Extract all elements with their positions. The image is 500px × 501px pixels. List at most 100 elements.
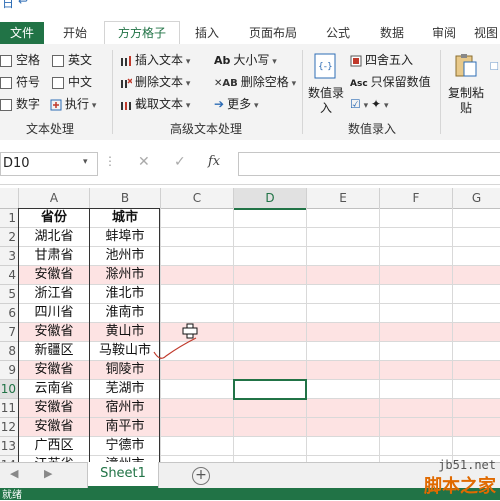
- delete-text-label: 删除文本: [135, 75, 184, 89]
- column-header-d[interactable]: D: [234, 188, 307, 210]
- column-header-a[interactable]: A: [19, 188, 90, 209]
- checkbox-box[interactable]: [0, 98, 12, 111]
- cancel-icon[interactable]: ✕: [138, 154, 150, 170]
- delete-space-button[interactable]: ✕AB 删除空格 ▾: [214, 72, 296, 92]
- checkbox-number[interactable]: 数字: [0, 94, 40, 114]
- annotation-stroke: [153, 337, 197, 359]
- edit-icon[interactable]: ☑: [350, 97, 361, 111]
- row-header[interactable]: 3: [0, 247, 19, 266]
- quick-access-toolbar: 日 ↩: [0, 0, 500, 22]
- row-header[interactable]: 10: [0, 380, 19, 399]
- copy-paste-button[interactable]: 复制粘贴: [446, 52, 486, 116]
- sheet-tab-sheet1[interactable]: Sheet1: [88, 462, 158, 488]
- checkbox-box[interactable]: [52, 76, 64, 89]
- checkbox-symbol[interactable]: 符号: [0, 72, 40, 92]
- row-header[interactable]: 1: [0, 209, 19, 228]
- checkbox-label: 英文: [68, 53, 93, 67]
- column-header-g[interactable]: G: [453, 188, 500, 209]
- column-header-c[interactable]: C: [161, 188, 234, 209]
- annotation-overlay: [153, 323, 198, 359]
- tab-review[interactable]: 审阅: [422, 22, 466, 44]
- name-box[interactable]: D10 ▾: [0, 152, 98, 176]
- name-box-value: D10: [3, 156, 30, 171]
- status-text: 就绪: [2, 490, 22, 501]
- svg-text:{-}: {-}: [318, 62, 333, 72]
- row-header[interactable]: 6: [0, 304, 19, 323]
- fx-icon[interactable]: fx: [208, 154, 220, 169]
- group-label-advanced: 高级文本处理: [170, 122, 243, 136]
- tab-fangfang[interactable]: 方方格子: [104, 21, 180, 46]
- clipboard-icon: [455, 54, 477, 77]
- row-header[interactable]: 2: [0, 228, 19, 247]
- scroll-right-icon[interactable]: ▶: [44, 467, 52, 480]
- more-button[interactable]: ➔ 更多 ▾: [214, 94, 258, 114]
- tab-page-layout[interactable]: 页面布局: [240, 22, 306, 44]
- selected-cell-d10[interactable]: [233, 379, 307, 400]
- insert-text-icon: [121, 55, 131, 66]
- scroll-left-icon[interactable]: ◀: [10, 467, 18, 480]
- round-button[interactable]: 四舍五入: [350, 50, 413, 70]
- chevron-down-icon[interactable]: ▾: [83, 157, 88, 167]
- row-header[interactable]: 4: [0, 266, 19, 285]
- confirm-icon[interactable]: ✓: [174, 154, 186, 170]
- extract-text-button[interactable]: 截取文本 ▾: [120, 94, 190, 114]
- insert-text-button[interactable]: 插入文本 ▾: [120, 50, 190, 70]
- case-label: 大小写: [233, 53, 270, 67]
- round-label: 四舍五入: [365, 53, 414, 67]
- tab-view[interactable]: 视图: [474, 22, 500, 44]
- select-all-corner[interactable]: [0, 188, 19, 209]
- numeric-entry-button[interactable]: {-} 数值录入: [306, 52, 346, 116]
- group-divider: [112, 50, 113, 134]
- row-header[interactable]: 11: [0, 399, 19, 418]
- group-label-text: 文本处理: [26, 122, 75, 136]
- checkbox-label: 空格: [16, 53, 41, 67]
- extract-text-label: 截取文本: [135, 97, 184, 111]
- tab-file[interactable]: 文件: [0, 22, 44, 44]
- case-button[interactable]: Ab 大小写 ▾: [214, 50, 277, 70]
- save-icon[interactable]: 日: [2, 0, 14, 11]
- checkbox-box[interactable]: [0, 76, 12, 89]
- checkbox-space[interactable]: 空格: [0, 50, 40, 70]
- keep-value-button[interactable]: Asc 只保留数值: [350, 72, 431, 92]
- column-header-b[interactable]: B: [90, 188, 161, 209]
- row-header[interactable]: 13: [0, 437, 19, 456]
- row-header[interactable]: 7: [0, 323, 19, 342]
- row-header[interactable]: 5: [0, 285, 19, 304]
- column-header-e[interactable]: E: [307, 188, 380, 209]
- checkbox-chinese[interactable]: 中文: [52, 72, 92, 92]
- grip-icon: ⋮: [104, 154, 116, 168]
- arrow-right-icon: ➔: [214, 97, 225, 111]
- document-icon: [490, 62, 499, 70]
- spreadsheet-grid[interactable]: A B C D E F G 1 省份 城市 2 湖北省 蚌埠市 3 甘肃省 池州市 4 安徽省 滁州市…: [0, 188, 500, 462]
- execute-button[interactable]: 执行 ▾: [50, 94, 96, 114]
- tab-insert[interactable]: 插入: [184, 22, 230, 44]
- watermark-url: jb51.net: [438, 458, 496, 472]
- delete-text-button[interactable]: 删除文本 ▾: [120, 72, 190, 92]
- next-big-button[interactable]: [490, 52, 500, 86]
- column-header-f[interactable]: F: [380, 188, 453, 209]
- checkbox-label: 数字: [16, 97, 41, 111]
- formula-input[interactable]: [238, 152, 500, 176]
- add-sheet-icon[interactable]: +: [192, 467, 210, 485]
- quick-access-icons: 日 ↩: [0, 0, 40, 10]
- column-gridline: [379, 208, 380, 462]
- tab-data[interactable]: 数据: [370, 22, 414, 44]
- row-header[interactable]: 8: [0, 342, 19, 361]
- checkbox-label: 中文: [68, 75, 93, 89]
- checkbox-english[interactable]: 英文: [52, 50, 92, 70]
- undo-icon[interactable]: ↩: [18, 0, 28, 8]
- row-header[interactable]: 12: [0, 418, 19, 437]
- column-gridline: [306, 208, 307, 462]
- watermark: jb51.net 脚本之家: [424, 458, 496, 498]
- numeric-extra-buttons[interactable]: ☑ ▾ ✦ ▾: [350, 94, 388, 114]
- checkbox-box[interactable]: [52, 54, 64, 67]
- tab-formulas[interactable]: 公式: [316, 22, 360, 44]
- case-icon: Ab: [214, 54, 231, 67]
- group-divider: [440, 50, 441, 134]
- checkbox-box[interactable]: [0, 54, 12, 67]
- plus-icon[interactable]: ✦: [371, 97, 381, 111]
- group-divider: [302, 50, 303, 134]
- row-header[interactable]: 9: [0, 361, 19, 380]
- ribbon-tab-bar: 文件 开始 方方格子 插入 页面布局 公式 数据 审阅 视图: [0, 21, 500, 46]
- tab-home[interactable]: 开始: [52, 22, 98, 44]
